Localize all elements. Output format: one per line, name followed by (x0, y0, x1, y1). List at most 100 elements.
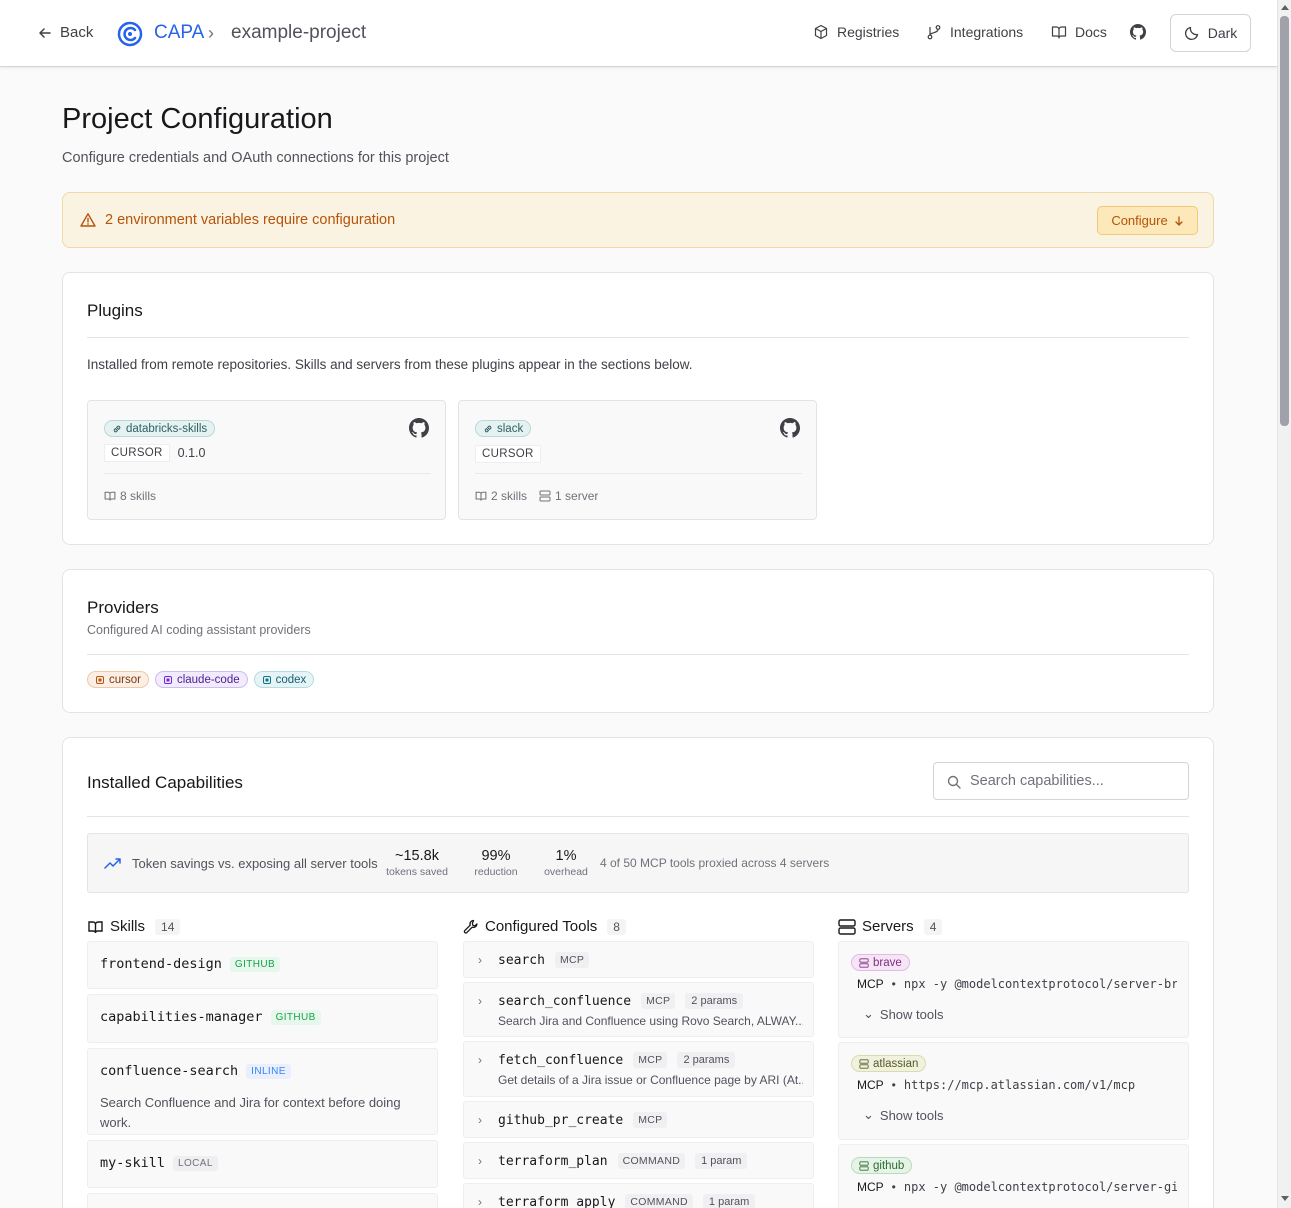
tool-item[interactable]: › search_confluence MCP 2 params Search Jir… (463, 982, 814, 1037)
theme-toggle-label: Dark (1207, 25, 1238, 41)
nav-docs[interactable]: Docs (1051, 24, 1107, 40)
cpu-icon (262, 675, 271, 684)
scrollbar[interactable] (1277, 0, 1291, 1208)
nav-integrations-label: Integrations (950, 24, 1024, 40)
tool-name: terraform_apply (498, 1194, 616, 1208)
provider-badge-codex[interactable]: codex (253, 671, 315, 688)
git-branch-icon (927, 25, 941, 40)
skill-item[interactable]: my-skill LOCAL (87, 1140, 438, 1188)
plugin-meta: 2 skills 1 server (475, 489, 598, 503)
nav-integrations[interactable]: Integrations (926, 24, 1023, 40)
skill-item[interactable]: confluence-search INLINE Search Confluenc… (87, 1048, 438, 1135)
tool-name: search_confluence (498, 993, 632, 1009)
providers-card: Providers Configured AI coding assistant… (62, 569, 1214, 713)
savings-label: Token savings vs. exposing all server to… (132, 856, 378, 871)
server-kind: MCP (857, 1180, 884, 1194)
divider (87, 337, 1189, 338)
plugins-title: Plugins (87, 301, 143, 320)
capabilities-title: Installed Capabilities (87, 773, 243, 792)
provider-name: claude-code (176, 673, 240, 686)
chevron-right-icon[interactable]: › (478, 1154, 488, 1168)
skill-item[interactable] (87, 1193, 438, 1208)
search-input[interactable] (970, 763, 1180, 799)
tool-item[interactable]: › fetch_confluence MCP 2 params Get details… (463, 1041, 814, 1097)
chevron-right-icon[interactable]: › (478, 1195, 488, 1208)
arrow-down-icon (1175, 215, 1183, 226)
top-bar: Back CAPA › example-project Registries I… (0, 0, 1277, 67)
tool-item[interactable]: › terraform_plan COMMAND 1 param (463, 1142, 814, 1179)
skill-description: Search Confluence and Jira for context b… (100, 1095, 401, 1130)
chevron-down-icon: ⌄ (863, 1006, 874, 1021)
tools-count: 8 (607, 918, 626, 935)
arrow-left-icon (39, 27, 51, 38)
github-link[interactable] (1130, 24, 1146, 40)
github-icon (1130, 24, 1146, 40)
tool-item[interactable]: › search MCP (463, 941, 814, 978)
skill-item[interactable]: frontend-design GITHUB (87, 941, 438, 989)
stat-value: 99% (481, 848, 511, 864)
divider (87, 816, 1189, 817)
brand-link[interactable]: CAPA (154, 22, 204, 44)
plugin-card[interactable]: databricks-skills CURSOR 0.1.0 8 skills (87, 400, 446, 520)
page-title: Project Configuration (62, 103, 333, 135)
scroll-up-arrow-icon[interactable] (1281, 5, 1289, 10)
stat-reduction: 99% reduction (471, 848, 521, 878)
provider-list: cursor claude-code codex (87, 671, 320, 688)
scroll-thumb[interactable] (1280, 16, 1289, 426)
server-name: github (873, 1159, 905, 1172)
server-name-badge: atlassian (851, 1055, 927, 1072)
warning-triangle-icon (80, 213, 96, 227)
skills-title: Skills (110, 918, 146, 935)
skills-count: 14 (155, 918, 181, 935)
scroll-down-arrow-icon[interactable] (1281, 1196, 1289, 1201)
tool-params-badge: 1 param (695, 1153, 748, 1169)
nav-docs-label: Docs (1075, 24, 1107, 40)
plugin-name-badge: databricks-skills (104, 420, 216, 437)
tool-name: terraform_plan (498, 1153, 608, 1169)
stat-label: overhead (544, 866, 588, 878)
bullet: • (891, 977, 896, 991)
theme-toggle-button[interactable]: Dark (1170, 14, 1251, 52)
chevron-right-icon[interactable]: › (478, 953, 488, 967)
chevron-right-icon[interactable]: › (478, 1053, 488, 1067)
skill-item[interactable]: capabilities-manager GITHUB (87, 994, 438, 1043)
configure-button[interactable]: Configure (1097, 206, 1198, 235)
skill-source-badge: GITHUB (270, 1009, 321, 1025)
savings-summary: 4 of 50 MCP tools proxied across 4 serve… (600, 856, 830, 870)
plugin-name: databricks-skills (126, 422, 208, 435)
server-icon (859, 1058, 869, 1069)
skill-name: confluence-search (100, 1063, 239, 1079)
server-name: brave (873, 956, 902, 969)
stat-label: tokens saved (386, 866, 448, 878)
stat-tokens-saved: ~15.8k tokens saved (386, 848, 448, 878)
chevron-right-icon[interactable]: › (478, 1113, 488, 1127)
skill-source-badge: INLINE (246, 1063, 291, 1079)
skill-name: frontend-design (100, 956, 222, 972)
show-tools-toggle[interactable]: ⌄ Show tools (863, 1006, 944, 1022)
servers-count: 4 (923, 918, 943, 935)
stat-value: ~15.8k (395, 848, 439, 864)
provider-badge-cursor[interactable]: cursor (87, 671, 149, 688)
plugin-card[interactable]: slack CURSOR 2 skills 1 server (458, 400, 817, 520)
nav-registries[interactable]: Registries (813, 24, 899, 40)
book-open-icon (1051, 26, 1067, 39)
chevron-right-icon[interactable]: › (478, 994, 488, 1008)
tool-item[interactable]: › github_pr_create MCP (463, 1101, 814, 1138)
tool-type-badge: COMMAND (625, 1194, 693, 1208)
plugin-provider: CURSOR (475, 445, 541, 463)
tool-description: Search Jira and Confluence using Rovo Se… (498, 1014, 803, 1028)
skill-source-badge: GITHUB (229, 956, 281, 972)
github-icon[interactable] (409, 418, 429, 438)
search-field[interactable] (933, 762, 1189, 800)
back-button[interactable]: Back (38, 24, 93, 41)
tool-type-badge: MCP (633, 1112, 668, 1128)
skills-header: Skills 14 (87, 918, 181, 935)
github-icon[interactable] (780, 418, 800, 438)
nav-registries-label: Registries (837, 24, 900, 40)
skill-source-badge: LOCAL (173, 1155, 218, 1171)
server-item: github MCP • npx -y @modelcontextprotocol/… (838, 1144, 1189, 1208)
show-tools-toggle[interactable]: ⌄ Show tools (863, 1107, 944, 1123)
tool-item[interactable]: › terraform_apply COMMAND 1 param (463, 1183, 814, 1208)
servers-header: Servers 4 (838, 918, 943, 935)
provider-badge-claude-code[interactable]: claude-code (154, 671, 248, 688)
